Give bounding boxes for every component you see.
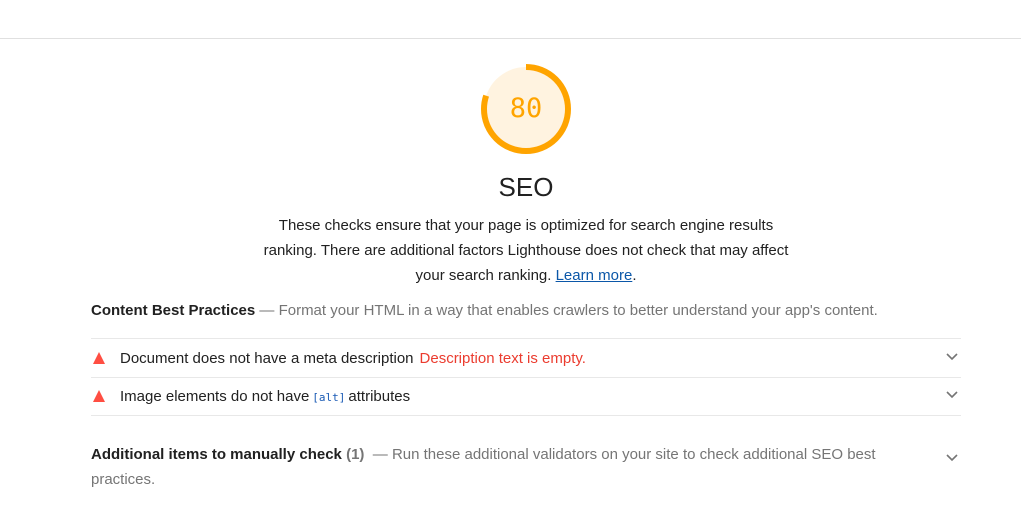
group-title: Content Best Practices [91, 302, 256, 319]
audit-image-alt[interactable]: Image elements do not have [alt] attribute… [91, 377, 961, 415]
description-period: . [632, 267, 637, 284]
manual-count: (1) [346, 446, 365, 463]
category-title: SEO [498, 172, 554, 202]
audit-title-prefix: Image elements do not have [120, 387, 310, 405]
chevron-down-icon[interactable] [946, 353, 958, 361]
category-description-text: These checks ensure that your page is op… [263, 217, 789, 284]
top-divider [0, 38, 1021, 39]
audit-code: [alt] [312, 390, 346, 404]
audit-meta-description[interactable]: Document does not have a meta descriptio… [91, 339, 961, 377]
chevron-down-icon[interactable] [946, 391, 958, 399]
manual-checks-header: Additional items to manually check (1) —… [91, 442, 901, 492]
seo-score-gauge[interactable]: 80 [478, 61, 574, 157]
group-separator: — [259, 302, 275, 319]
manual-checks-section[interactable]: Additional items to manually check (1) —… [91, 442, 961, 492]
fail-triangle-icon [93, 352, 105, 364]
group-description: Format your HTML in a way that enables c… [278, 302, 878, 319]
category-description: These checks ensure that your page is op… [262, 213, 790, 288]
audit-title: Image elements do not have [alt] attribute… [120, 388, 410, 405]
audit-title: Document does not have a meta descriptio… [120, 349, 414, 367]
audit-title-suffix: attributes [348, 387, 411, 405]
chevron-down-icon[interactable] [946, 454, 958, 462]
learn-more-link[interactable]: Learn more [556, 267, 633, 284]
manual-title: Additional items to manually check [91, 446, 342, 463]
audit-display-value: Description text is empty. [419, 349, 586, 367]
group-header-content-best-practices: Content Best Practices — Format your HTM… [91, 300, 961, 322]
gauge-score: 80 [509, 93, 543, 124]
row-divider [91, 415, 961, 416]
manual-separator: — [372, 446, 388, 463]
fail-triangle-icon [93, 390, 105, 402]
